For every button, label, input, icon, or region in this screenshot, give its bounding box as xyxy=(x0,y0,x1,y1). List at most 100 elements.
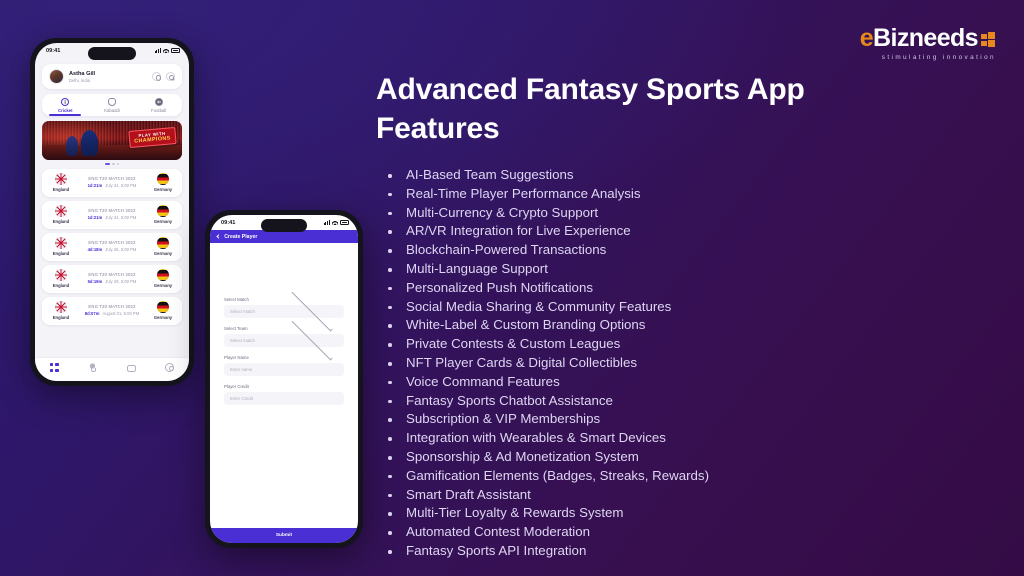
team-name: England xyxy=(52,186,70,192)
team-home: England xyxy=(48,300,74,320)
form-field: Player Name Enter name xyxy=(224,355,344,376)
nav-chat-icon[interactable] xyxy=(126,365,136,372)
flag-germany-icon xyxy=(157,236,169,249)
submit-button[interactable]: Submit xyxy=(210,528,358,543)
flag-germany-icon xyxy=(157,172,169,185)
team-home: England xyxy=(48,204,74,224)
tab-label: Football xyxy=(151,107,167,113)
battery-icon xyxy=(340,220,349,225)
cricket-ball-icon xyxy=(61,98,70,106)
dynamic-island xyxy=(88,47,136,60)
feature-item: White-Label & Custom Branding Options xyxy=(376,316,996,335)
flag-england-icon xyxy=(55,236,67,249)
field-placeholder: Enter Credit xyxy=(230,396,253,401)
feature-item: Fantasy Sports API Integration xyxy=(376,542,996,561)
flag-germany-icon xyxy=(157,204,169,217)
wifi-icon xyxy=(332,220,338,225)
feature-item: Integration with Wearables & Smart Devic… xyxy=(376,429,996,448)
match-date: July 29, 5:00 PM xyxy=(105,279,137,285)
match-info: ENG T20 MATCH 2022 1d:21m July 24, 5:00 PM xyxy=(74,176,150,189)
feature-item: Gamification Elements (Badges, Streaks, … xyxy=(376,467,996,486)
search-icon[interactable] xyxy=(166,72,175,81)
carousel-dots[interactable] xyxy=(35,162,189,165)
feature-item: Multi-Tier Loyalty & Rewards System xyxy=(376,504,996,523)
nav-dashboard-icon[interactable] xyxy=(49,363,59,372)
tab-cricket[interactable]: Cricket xyxy=(42,94,89,116)
match-date: July 24, 5:00 PM xyxy=(105,183,137,189)
team-away: Germany xyxy=(150,268,176,288)
user-subtitle: Delhi, India xyxy=(69,77,90,83)
nav-profile-icon[interactable] xyxy=(165,363,175,372)
team-away: Germany xyxy=(150,300,176,320)
feature-list: AI-Based Team Suggestions Real-Time Playe… xyxy=(376,166,996,561)
team-name: Germany xyxy=(153,314,173,320)
form-field: Player Credit Enter Credit xyxy=(224,384,344,405)
team-away: Germany xyxy=(150,172,176,192)
match-card[interactable]: England ENG T20 MATCH 2022 1d:21m July 24, … xyxy=(42,168,182,197)
logo-letter-e: e xyxy=(859,24,874,52)
text-input[interactable]: Enter name xyxy=(224,363,344,376)
stadium-pitch xyxy=(42,144,182,160)
phone1-bottom-nav xyxy=(35,357,189,381)
promo-banner[interactable]: PLAY WITH CHAMPIONS xyxy=(42,120,182,160)
tab-football[interactable]: Football xyxy=(135,94,182,116)
match-title: ENG T20 MATCH 2022 xyxy=(88,303,136,309)
dynamic-island xyxy=(261,219,307,232)
team-home: England xyxy=(48,236,74,256)
user-profile-card[interactable]: Astha Gill Delhi, India xyxy=(42,64,182,89)
feature-item: Fantasy Sports Chatbot Assistance xyxy=(376,392,996,411)
field-placeholder: Select match xyxy=(230,309,255,314)
back-chevron-icon[interactable] xyxy=(216,234,221,239)
match-title: ENG T20 MATCH 2022 xyxy=(88,271,136,277)
team-name: England xyxy=(52,250,70,256)
team-home: England xyxy=(48,172,74,192)
match-countdown: 1d:21m xyxy=(87,215,103,221)
form-field: Select Match Select match xyxy=(224,290,344,332)
signal-icon xyxy=(323,220,330,225)
feature-item: Subscription & VIP Memberships xyxy=(376,410,996,429)
match-card[interactable]: England ENG T20 MATCH 2022 5d:19m July 29, … xyxy=(42,264,182,293)
match-countdown: 4d:18m xyxy=(87,247,103,253)
logo-text: Bizneeds xyxy=(873,24,979,52)
player-figure-secondary xyxy=(65,135,78,156)
match-date: July 26, 5:00 PM xyxy=(105,247,137,253)
feature-item: Real-Time Player Performance Analysis xyxy=(376,185,996,204)
phone1-screen: 09:41 Astha Gill Delhi, India Cricket Ka… xyxy=(35,43,189,381)
select-input[interactable]: Select match xyxy=(224,319,344,361)
tab-label: Kabaddi xyxy=(104,107,120,113)
feature-item: Private Contests & Custom Leagues xyxy=(376,335,996,354)
select-input[interactable]: Select match xyxy=(224,290,344,332)
feature-item: Social Media Sharing & Community Feature… xyxy=(376,298,996,317)
tab-kabaddi[interactable]: Kabaddi xyxy=(89,94,136,116)
feature-item: Multi-Language Support xyxy=(376,260,996,279)
team-name: England xyxy=(52,282,70,288)
nav-contests-icon[interactable] xyxy=(88,363,98,372)
feature-item: AI-Based Team Suggestions xyxy=(376,166,996,185)
team-away: Germany xyxy=(150,236,176,256)
team-name: England xyxy=(52,314,70,320)
logo-blocks-icon xyxy=(981,32,998,48)
match-card[interactable]: England ENG T20 MATCH 2022 1d:21m July 24, … xyxy=(42,200,182,229)
match-card[interactable]: England ENG T20 MATCH 2022 4d:18m July 26, … xyxy=(42,232,182,261)
team-home: England xyxy=(48,268,74,288)
feature-item: NFT Player Cards & Digital Collectibles xyxy=(376,354,996,373)
match-info: ENG T20 MATCH 2022 4d:18m July 26, 5:00 PM xyxy=(74,240,150,253)
match-card[interactable]: England ENG T20 MATCH 2022 8d:07m August 01… xyxy=(42,296,182,325)
feature-item: Automated Contest Moderation xyxy=(376,523,996,542)
match-title: ENG T20 MATCH 2022 xyxy=(88,175,136,181)
football-icon xyxy=(154,98,163,106)
flag-germany-icon xyxy=(157,268,169,281)
phone2-screen: 09:41 Create Player Select Match Select m… xyxy=(210,215,358,543)
form-field: Select Team Select match xyxy=(224,319,344,361)
team-name: Germany xyxy=(153,186,173,192)
text-input[interactable]: Enter Credit xyxy=(224,392,344,405)
tab-label: Cricket xyxy=(58,107,73,113)
match-countdown: 5d:19m xyxy=(87,279,103,285)
phone-mockup-create-player: 09:41 Create Player Select Match Select m… xyxy=(205,210,363,548)
phone-mockup-home: 09:41 Astha Gill Delhi, India Cricket Ka… xyxy=(30,38,194,386)
match-countdown: 1d:21m xyxy=(87,183,103,189)
flag-england-icon xyxy=(55,204,67,217)
flag-england-icon xyxy=(55,172,67,185)
user-name: Astha Gill xyxy=(69,70,96,77)
notification-icon[interactable] xyxy=(152,72,161,81)
